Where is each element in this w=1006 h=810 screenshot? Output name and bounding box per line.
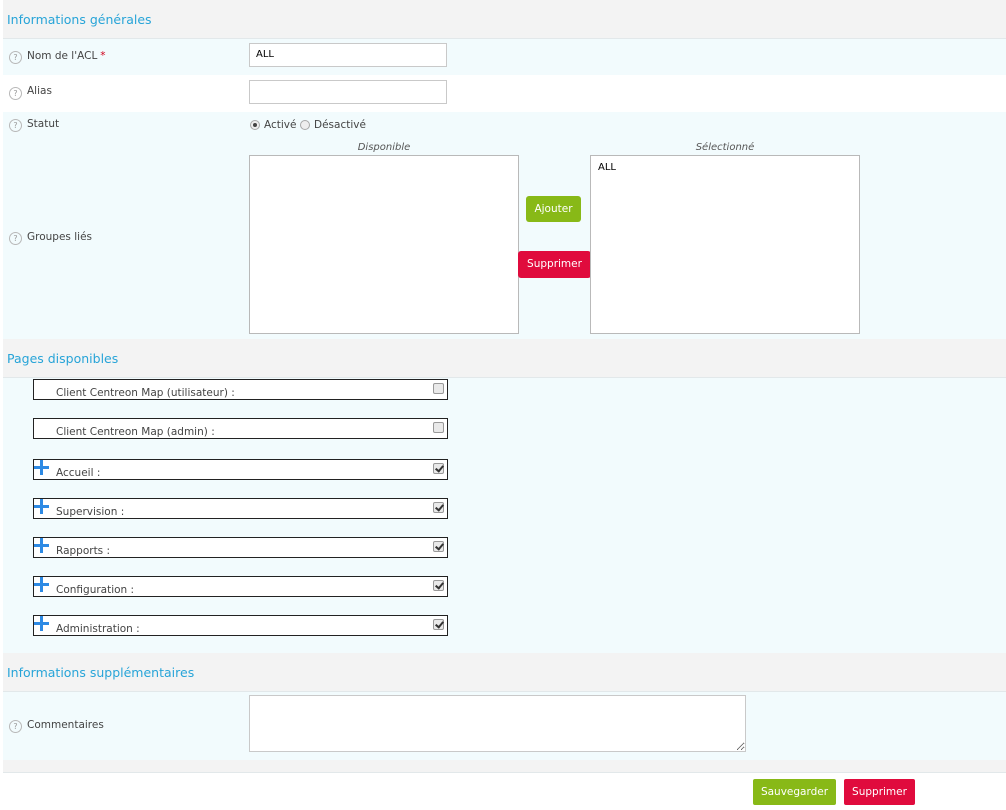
row-alias: ? Alias <box>3 75 1006 112</box>
delete-button[interactable]: Supprimer <box>844 779 915 805</box>
page-item-map-admin: Client Centreon Map (admin) : <box>33 418 448 439</box>
row-acl-name: ? Nom de l'ACL * ALL <box>3 39 1006 75</box>
acl-name-input[interactable]: ALL <box>249 43 447 67</box>
page-item-administration: Administration : <box>33 615 448 636</box>
add-group-button[interactable]: Ajouter <box>526 196 581 222</box>
page-checkbox[interactable] <box>433 580 444 591</box>
page-label: Accueil : <box>56 467 101 479</box>
section-header-pages: Pages disponibles <box>3 339 1006 378</box>
help-icon[interactable]: ? <box>9 51 22 64</box>
section-title-general: Informations générales <box>7 12 152 27</box>
comments-label: Commentaires <box>27 719 104 731</box>
selected-groups-list[interactable]: ALL <box>590 155 860 334</box>
available-groups-list[interactable] <box>249 155 519 334</box>
page-item-configuration: Configuration : <box>33 576 448 597</box>
page-label: Supervision : <box>56 506 125 518</box>
section-header-extra: Informations supplémentaires <box>3 653 1006 692</box>
status-active-label[interactable]: Activé <box>264 119 296 131</box>
alias-label: Alias <box>27 85 52 97</box>
comments-textarea[interactable] <box>249 695 746 752</box>
page-checkbox[interactable] <box>433 463 444 474</box>
status-inactive-label[interactable]: Désactivé <box>314 119 366 131</box>
page-label: Configuration : <box>56 584 135 596</box>
required-marker: * <box>100 50 106 62</box>
page-checkbox[interactable] <box>433 619 444 630</box>
expand-plus-icon[interactable] <box>34 616 49 631</box>
status-inactive-radio[interactable] <box>300 120 310 130</box>
help-icon[interactable]: ? <box>9 87 22 100</box>
section-title-extra: Informations supplémentaires <box>7 665 195 680</box>
page-item-supervision: Supervision : <box>33 498 448 519</box>
page-checkbox[interactable] <box>433 541 444 552</box>
help-icon[interactable]: ? <box>9 720 22 733</box>
expand-plus-icon[interactable] <box>34 538 49 553</box>
page-label: Client Centreon Map (utilisateur) : <box>56 387 235 399</box>
page-checkbox[interactable] <box>433 383 444 394</box>
available-list-caption: Disponible <box>357 142 411 153</box>
linked-groups-label: Groupes liés <box>27 231 92 243</box>
save-button[interactable]: Sauvegarder <box>753 779 836 805</box>
row-comments: ? Commentaires <box>3 692 1006 760</box>
help-icon[interactable]: ? <box>9 119 22 132</box>
expand-plus-icon[interactable] <box>34 577 49 592</box>
page-label: Client Centreon Map (admin) : <box>56 426 215 438</box>
expand-plus-icon[interactable] <box>34 460 49 475</box>
section-footer-bar <box>3 760 1006 773</box>
row-linked-groups: ? Groupes liés Disponible Ajouter Suppri… <box>3 136 1006 339</box>
section-header-general: Informations générales <box>3 0 1006 39</box>
help-icon[interactable]: ? <box>9 232 22 245</box>
page-label: Administration : <box>56 623 140 635</box>
alias-input[interactable] <box>249 80 447 104</box>
page-checkbox[interactable] <box>433 502 444 513</box>
expand-plus-icon[interactable] <box>34 499 49 514</box>
page-checkbox[interactable] <box>433 422 444 433</box>
page-item-rapports: Rapports : <box>33 537 448 558</box>
status-active-radio[interactable] <box>250 120 260 130</box>
acl-name-label: Nom de l'ACL * <box>27 50 106 62</box>
page-item-map-user: Client Centreon Map (utilisateur) : <box>33 379 448 400</box>
page-item-accueil: Accueil : <box>33 459 448 480</box>
remove-group-button[interactable]: Supprimer <box>518 251 591 278</box>
selected-list-caption: Sélectionné <box>695 142 755 153</box>
selected-group-item[interactable]: ALL <box>598 162 616 173</box>
page-label: Rapports : <box>56 545 111 557</box>
row-status: ? Statut Activé Désactivé <box>3 112 1006 136</box>
status-label: Statut <box>27 118 60 130</box>
section-title-pages: Pages disponibles <box>7 351 119 366</box>
